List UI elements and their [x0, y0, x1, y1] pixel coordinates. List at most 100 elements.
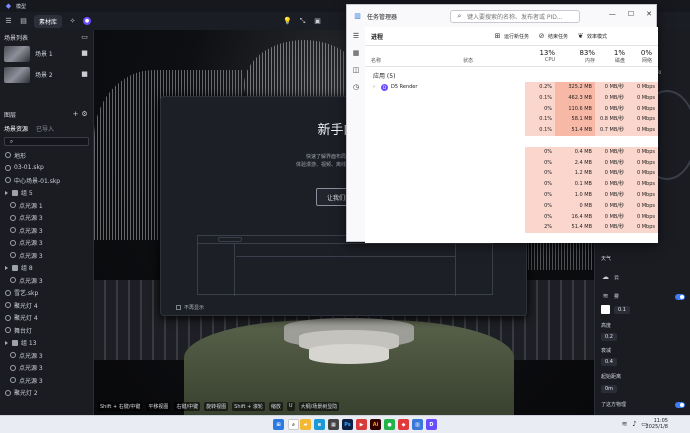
- tree-item[interactable]: 点光源 3: [0, 374, 93, 387]
- search-input[interactable]: ⌕: [4, 137, 89, 146]
- col-status[interactable]: 状态: [463, 57, 473, 64]
- camera-icon[interactable]: ▣: [313, 17, 322, 26]
- shortcut-hint: 右键/中键: [174, 402, 201, 411]
- tree-item[interactable]: 03-01.skp: [0, 162, 93, 175]
- tree-item-label: 03-01.skp: [14, 164, 44, 172]
- col-network[interactable]: 0% 网络: [627, 49, 652, 64]
- list-icon[interactable]: ▤: [19, 17, 28, 26]
- tree-item[interactable]: 雪艺.skp: [0, 287, 93, 300]
- light-bulb-icon[interactable]: 💡: [283, 17, 292, 26]
- process-row[interactable]: 0% 0.4 MB 0 MB/秒 0 Mbps: [365, 146, 658, 158]
- process-row[interactable]: 0% 0 MB 0 MB/秒 0 Mbps: [365, 200, 658, 212]
- fog-toggle[interactable]: [675, 293, 685, 300]
- tree-item[interactable]: 中心场景-01.skp: [0, 174, 93, 187]
- close-icon[interactable]: ✕: [646, 10, 652, 18]
- file-explorer-icon[interactable]: ▰: [300, 419, 311, 430]
- expand-icon[interactable]: [5, 265, 8, 270]
- minimize-icon[interactable]: —: [609, 10, 616, 18]
- task-manager-taskbar-icon[interactable]: ▥: [412, 419, 423, 430]
- tree-item[interactable]: 聚光灯 4: [0, 312, 93, 325]
- tree-group[interactable]: 组 13: [0, 337, 93, 350]
- performance-icon[interactable]: ◫: [352, 66, 361, 75]
- process-disk-cell: 0 MB/秒: [595, 179, 627, 190]
- photoshop-icon[interactable]: Ps: [342, 419, 353, 430]
- volume-icon[interactable]: ♪: [630, 420, 639, 429]
- process-row[interactable]: › D D5 Render 0.2% 325.2 MB 0 MB/秒 0 Mbps: [365, 82, 658, 93]
- run-new-task-button[interactable]: ⊞ 运行新任务: [493, 32, 529, 41]
- illustrator-icon[interactable]: Ai: [370, 419, 381, 430]
- checkbox-icon[interactable]: [176, 305, 181, 310]
- process-search-input[interactable]: ⌕ 键入要搜索的名称、发布者或 PID...: [450, 10, 580, 23]
- tree-item[interactable]: 点光源 3: [0, 249, 93, 262]
- no-show-checkbox[interactable]: 不再显示: [176, 304, 204, 311]
- app-icon[interactable]: ◆: [398, 419, 409, 430]
- col-disk[interactable]: 1% 磁盘: [600, 49, 625, 64]
- efficiency-mode-button[interactable]: ❦ 效率模式: [576, 32, 607, 41]
- fog-color-swatch[interactable]: [601, 305, 610, 314]
- add-layer-icon[interactable]: +: [71, 110, 80, 119]
- path-icon[interactable]: ⤡: [298, 17, 307, 26]
- volumetric-toggle[interactable]: [675, 401, 685, 408]
- process-row[interactable]: [365, 136, 658, 147]
- tree-item[interactable]: 点光源 1: [0, 199, 93, 212]
- process-row[interactable]: 0% 16.4 MB 0 MB/秒 0 Mbps: [365, 211, 658, 223]
- process-row[interactable]: 0% 0.1 MB 0 MB/秒 0 Mbps: [365, 179, 658, 190]
- search-icon[interactable]: ⌕: [288, 419, 299, 430]
- processes-icon[interactable]: ▦: [352, 49, 361, 58]
- tree-item[interactable]: 点光源 3: [0, 349, 93, 362]
- tab-imported[interactable]: 已导入: [36, 124, 54, 133]
- col-memory[interactable]: 83% 内存: [565, 49, 595, 64]
- video-icon[interactable]: ■: [80, 70, 89, 79]
- tree-item[interactable]: 点光源 3: [0, 237, 93, 250]
- store-icon[interactable]: ▦: [328, 419, 339, 430]
- tree-item[interactable]: 地形: [0, 149, 93, 162]
- tree-item[interactable]: 点光源 3: [0, 224, 93, 237]
- process-row[interactable]: 0.1% 51.4 MB 0.7 MB/秒 0 Mbps: [365, 125, 658, 136]
- end-task-button[interactable]: ⊘ 结束任务: [537, 32, 568, 41]
- maximize-icon[interactable]: ☐: [628, 10, 634, 18]
- tree-item[interactable]: 点光源 3: [0, 274, 93, 287]
- process-row[interactable]: 0% 1.2 MB 0 MB/秒 0 Mbps: [365, 168, 658, 180]
- menu-icon[interactable]: ☰: [352, 32, 361, 41]
- media-player-icon[interactable]: ▶: [356, 419, 367, 430]
- menu-icon[interactable]: ☰: [4, 17, 13, 26]
- scene-item[interactable]: 场景 2 ■: [0, 65, 93, 84]
- col-cpu[interactable]: 13% CPU: [525, 49, 555, 63]
- process-row[interactable]: 0% 2.4 MB 0 MB/秒 0 Mbps: [365, 157, 658, 169]
- tree-item[interactable]: 点光源 3: [0, 362, 93, 375]
- scene-item[interactable]: 场景 1 ■: [0, 44, 93, 63]
- expand-chevron-icon[interactable]: ›: [373, 82, 375, 93]
- avatar-icon[interactable]: ●: [83, 17, 92, 25]
- tree-item[interactable]: 聚光灯 2: [0, 387, 93, 400]
- tree-group[interactable]: 组 8: [0, 262, 93, 275]
- history-icon[interactable]: ◷: [352, 83, 361, 92]
- tab-scene-resources[interactable]: 场景资源: [4, 124, 28, 133]
- process-row[interactable]: 0% 1.0 MB 0 MB/秒 0 Mbps: [365, 190, 658, 201]
- material-library-tab[interactable]: 素材库: [34, 14, 63, 28]
- d5-render-taskbar-icon[interactable]: D: [426, 419, 437, 430]
- start-icon[interactable]: ⊞: [273, 419, 284, 430]
- expand-icon[interactable]: [5, 340, 8, 345]
- settings-icon[interactable]: ⚙: [80, 110, 89, 119]
- add-scene-icon[interactable]: ▭: [80, 33, 89, 42]
- video-icon[interactable]: ■: [80, 49, 89, 58]
- wifi-icon[interactable]: ≋: [620, 420, 629, 429]
- tree-group[interactable]: 组 5: [0, 187, 93, 200]
- col-name[interactable]: 名称: [371, 57, 381, 64]
- tree-item[interactable]: 点光源 3: [0, 212, 93, 225]
- edge-browser-icon[interactable]: e: [314, 419, 325, 430]
- tree-item[interactable]: 聚光灯 4: [0, 299, 93, 312]
- wechat-icon[interactable]: ●: [384, 419, 395, 430]
- process-row[interactable]: 0.1% 462.3 MB 0 MB/秒 0 Mbps: [365, 92, 658, 104]
- fog-value[interactable]: 0.1: [614, 305, 630, 314]
- height-value[interactable]: 0.2: [601, 333, 617, 341]
- process-row[interactable]: 2% 51.4 MB 0 MB/秒 0 Mbps: [365, 222, 658, 234]
- expand-icon[interactable]: [5, 190, 8, 195]
- density-value[interactable]: 0.4: [601, 358, 617, 366]
- effects-icon[interactable]: ✧: [68, 17, 77, 26]
- start-distance-value[interactable]: 0m: [601, 385, 618, 393]
- system-clock[interactable]: 11:05 2025/1/8: [646, 418, 668, 430]
- process-row[interactable]: 0% 110.6 MB 0 MB/秒 0 Mbps: [365, 103, 658, 115]
- tree-item[interactable]: 舞台灯: [0, 324, 93, 337]
- process-row[interactable]: 0.1% 58.1 MB 0.8 MB/秒 0 Mbps: [365, 114, 658, 126]
